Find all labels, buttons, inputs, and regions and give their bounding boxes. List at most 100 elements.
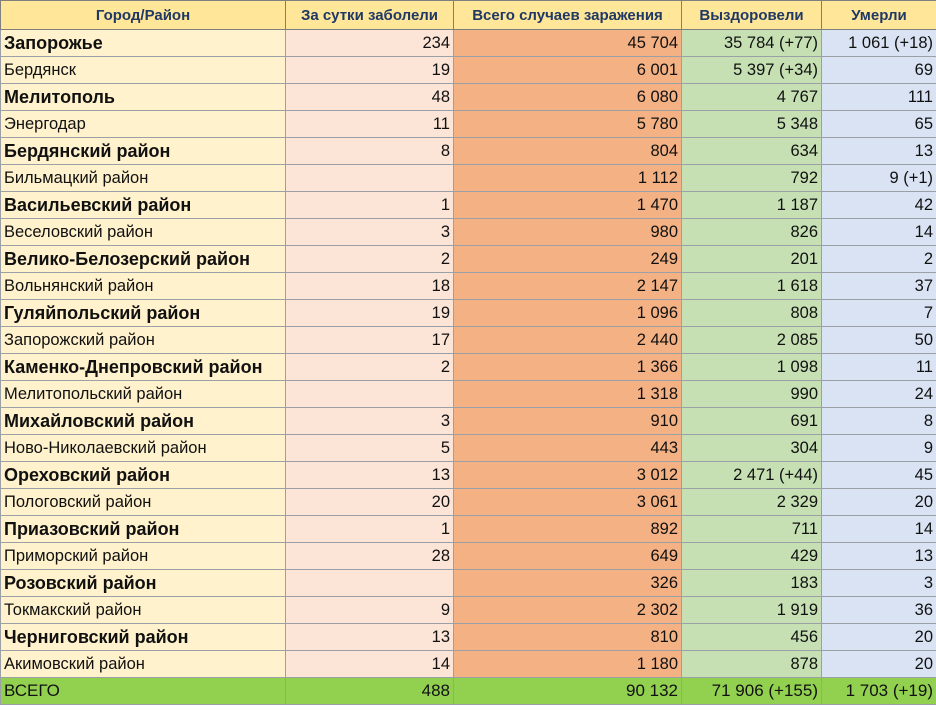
cell-recovered: 5 348: [681, 110, 822, 138]
cell-name: Бердянский район: [0, 137, 286, 165]
cell-name: Каменко-Днепровский район: [0, 353, 286, 381]
cell-daily: 1: [285, 515, 454, 543]
cell-died: 3: [821, 569, 936, 597]
cell-name: Приазовский район: [0, 515, 286, 543]
cell-name: Ново-Николаевский район: [0, 434, 286, 462]
cell-recovered: 4 767: [681, 83, 822, 111]
table-row: Вольнянский район 18 2 147 1 618 37: [0, 272, 936, 300]
table-row: Акимовский район 14 1 180 878 20: [0, 650, 936, 678]
cell-name: Бердянск: [0, 56, 286, 84]
cell-recovered: 691: [681, 407, 822, 435]
table-row: Приазовский район 1 892 711 14: [0, 515, 936, 543]
cell-died: 14: [821, 218, 936, 246]
cell-recovered: 1 919: [681, 596, 822, 624]
cell-recovered: 2 329: [681, 488, 822, 516]
cell-daily: 28: [285, 542, 454, 570]
table-row: Веселовский район 3 980 826 14: [0, 218, 936, 246]
cell-recovered: 35 784 (+77): [681, 29, 822, 57]
cell-recovered: 826: [681, 218, 822, 246]
cell-died: 20: [821, 623, 936, 651]
cell-died: 13: [821, 137, 936, 165]
header-daily: За сутки заболели: [285, 0, 454, 30]
cell-daily: 20: [285, 488, 454, 516]
cell-name: Акимовский район: [0, 650, 286, 678]
cell-name: Запорожский район: [0, 326, 286, 354]
cell-recovered: 5 397 (+34): [681, 56, 822, 84]
cell-recovered: 183: [681, 569, 822, 597]
cell-died: 69: [821, 56, 936, 84]
table-body: Запорожье 234 45 704 35 784 (+77) 1 061 (+18…: [0, 29, 936, 678]
cell-recovered: 1 187: [681, 191, 822, 219]
cell-daily: 9: [285, 596, 454, 624]
cell-daily: 11: [285, 110, 454, 138]
cell-recovered: 711: [681, 515, 822, 543]
cell-name: Гуляйпольский район: [0, 299, 286, 327]
cell-recovered: 792: [681, 164, 822, 192]
cell-name: Пологовский район: [0, 488, 286, 516]
summary-daily: 488: [285, 677, 454, 705]
cell-daily: 3: [285, 218, 454, 246]
cell-name: Приморский район: [0, 542, 286, 570]
cell-total: 910: [453, 407, 682, 435]
cell-daily: 2: [285, 353, 454, 381]
table-row: Ореховский район 13 3 012 2 471 (+44) 45: [0, 461, 936, 489]
cell-total: 1 112: [453, 164, 682, 192]
cell-daily: 17: [285, 326, 454, 354]
table-row: Бильмацкий район 1 112 792 9 (+1): [0, 164, 936, 192]
cell-daily: [285, 569, 454, 597]
table-row: Велико-Белозерский район 2 249 201 2: [0, 245, 936, 273]
cell-name: Михайловский район: [0, 407, 286, 435]
table-row: Каменко-Днепровский район 2 1 366 1 098 11: [0, 353, 936, 381]
cell-total: 1 096: [453, 299, 682, 327]
summary-label: ВСЕГО: [0, 677, 286, 705]
cell-recovered: 808: [681, 299, 822, 327]
table-row: Васильевский район 1 1 470 1 187 42: [0, 191, 936, 219]
cell-recovered: 1 098: [681, 353, 822, 381]
cell-total: 6 001: [453, 56, 682, 84]
cell-total: 892: [453, 515, 682, 543]
cell-died: 11: [821, 353, 936, 381]
cell-name: Запорожье: [0, 29, 286, 57]
cell-total: 326: [453, 569, 682, 597]
cell-total: 1 470: [453, 191, 682, 219]
cell-recovered: 990: [681, 380, 822, 408]
cell-died: 20: [821, 488, 936, 516]
cell-died: 8: [821, 407, 936, 435]
cell-died: 36: [821, 596, 936, 624]
cell-died: 24: [821, 380, 936, 408]
cell-recovered: 429: [681, 542, 822, 570]
table-row: Михайловский район 3 910 691 8: [0, 407, 936, 435]
cell-daily: 14: [285, 650, 454, 678]
table-row: Приморский район 28 649 429 13: [0, 542, 936, 570]
table-row: Энергодар 11 5 780 5 348 65: [0, 110, 936, 138]
cell-daily: 19: [285, 299, 454, 327]
cell-recovered: 2 085: [681, 326, 822, 354]
cell-daily: 48: [285, 83, 454, 111]
cell-daily: [285, 164, 454, 192]
header-total: Всего случаев заражения: [453, 0, 682, 30]
cell-total: 804: [453, 137, 682, 165]
cell-died: 7: [821, 299, 936, 327]
cell-total: 2 440: [453, 326, 682, 354]
cell-name: Энергодар: [0, 110, 286, 138]
cell-name: Ореховский район: [0, 461, 286, 489]
cell-total: 2 147: [453, 272, 682, 300]
header-recovered: Выздоровели: [681, 0, 822, 30]
header-city: Город/Район: [0, 0, 286, 30]
cell-total: 6 080: [453, 83, 682, 111]
cell-total: 1 180: [453, 650, 682, 678]
table-row: Мелитопольский район 1 318 990 24: [0, 380, 936, 408]
cell-total: 45 704: [453, 29, 682, 57]
summary-died: 1 703 (+19): [821, 677, 936, 705]
cell-name: Вольнянский район: [0, 272, 286, 300]
table-row: Токмакский район 9 2 302 1 919 36: [0, 596, 936, 624]
cell-daily: 19: [285, 56, 454, 84]
cell-daily: 234: [285, 29, 454, 57]
cell-recovered: 634: [681, 137, 822, 165]
cell-died: 13: [821, 542, 936, 570]
cell-died: 2: [821, 245, 936, 273]
cell-daily: 8: [285, 137, 454, 165]
table-row: Бердянский район 8 804 634 13: [0, 137, 936, 165]
cell-total: 443: [453, 434, 682, 462]
cell-daily: 18: [285, 272, 454, 300]
